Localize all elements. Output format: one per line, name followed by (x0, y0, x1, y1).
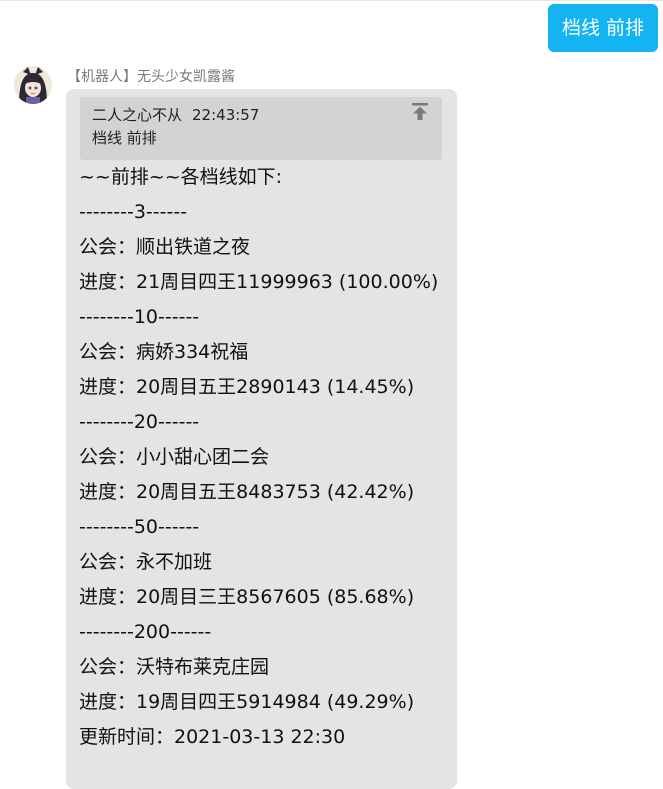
message-line: 公会：永不加班 (79, 551, 213, 573)
message-line: 更新时间：2021-03-13 22:30 (79, 726, 346, 748)
anime-girl-avatar-icon (14, 66, 52, 104)
message-line: --------3------ (79, 201, 188, 223)
message-line: 公会：顺出铁道之夜 (79, 236, 251, 258)
message-line: 进度：21周目四王11999963 (100.00%) (79, 271, 439, 293)
message-line: 进度：20周目三王8567605 (85.68%) (79, 586, 415, 608)
message-text: ~~前排~~各档线如下: --------3------ 公会：顺出铁道之夜 进… (79, 160, 451, 755)
message-line: 公会：沃特布莱克庄园 (79, 656, 270, 678)
message-line: 公会：病娇334祝福 (79, 341, 249, 363)
message-line: --------10------ (79, 306, 200, 328)
arrow-up-to-top-icon[interactable] (412, 103, 428, 121)
message-line: 进度：20周目五王8483753 (42.42%) (79, 481, 415, 503)
reply-quote[interactable]: 二人之心不从 22:43:57 档线 前排 (80, 97, 442, 160)
quote-header: 二人之心不从 22:43:57 (92, 104, 259, 125)
avatar[interactable] (14, 66, 52, 104)
message-line: ~~前排~~各档线如下: (79, 166, 283, 188)
sent-message-bubble[interactable]: 档线 前排 (547, 4, 658, 52)
quote-author: 二人之心不从 (92, 106, 183, 124)
top-divider (0, 0, 663, 1)
message-line: --------20------ (79, 411, 200, 433)
message-line: 进度：20周目五王2890143 (14.45%) (79, 376, 415, 398)
message-line: 进度：19周目四王5914984 (49.29%) (79, 691, 415, 713)
message-line: --------200------ (79, 621, 212, 643)
message-line: 公会：小小甜心团二会 (79, 446, 270, 468)
sender-name[interactable]: 【机器人】无头少女凯露酱 (67, 66, 235, 86)
message-line: --------50------ (79, 516, 200, 538)
quote-text: 档线 前排 (92, 129, 157, 147)
quote-time: 22:43:57 (192, 106, 260, 124)
